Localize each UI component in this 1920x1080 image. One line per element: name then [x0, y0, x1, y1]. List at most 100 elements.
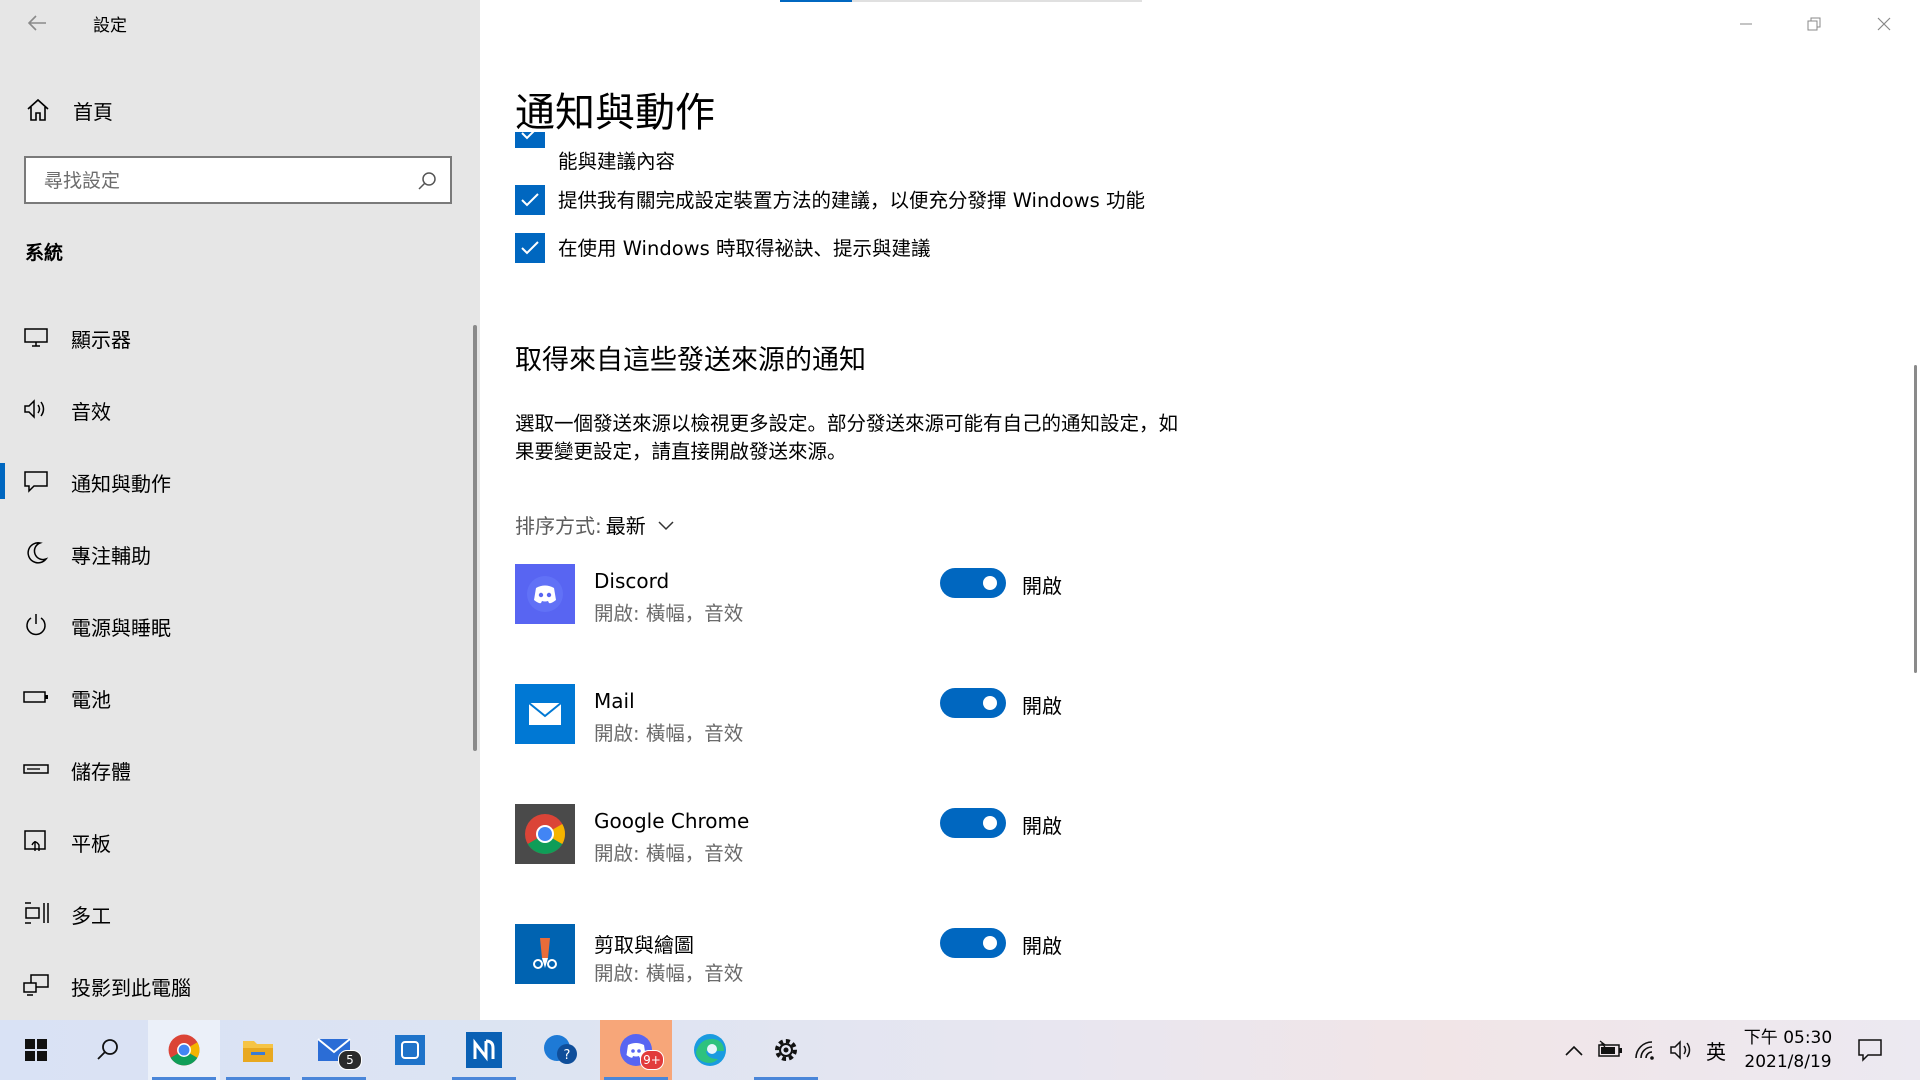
sidebar-item-battery[interactable]: 電池 [0, 667, 470, 727]
chevron-up-icon [1565, 1045, 1583, 1056]
taskbar-file-explorer[interactable] [222, 1020, 294, 1080]
snip-sketch-toggle[interactable] [940, 928, 1006, 958]
arrow-left-icon [27, 15, 46, 31]
app-name: Google Chrome [594, 809, 750, 833]
mail-toggle[interactable] [940, 688, 1006, 718]
wifi-tray-button[interactable] [1632, 1036, 1660, 1064]
sort-dropdown[interactable]: 排序方式: 最新 [515, 510, 676, 539]
show-hidden-icons-button[interactable] [1560, 1036, 1588, 1064]
sidebar-item-label: 電池 [71, 688, 111, 712]
app-window-icon [395, 1035, 425, 1065]
search-taskbar-button[interactable] [72, 1020, 144, 1080]
sort-value: 最新 [605, 514, 646, 538]
sidebar-item-power-sleep[interactable]: 電源與睡眠 [0, 595, 470, 655]
n-logo-icon [466, 1032, 502, 1068]
sidebar-item-multitasking[interactable]: 多工 [0, 883, 470, 943]
sidebar-item-notifications[interactable]: 通知與動作 [0, 451, 470, 511]
check-row-tips: 在使用 Windows 時取得祕訣、提示與建議 [515, 233, 1215, 267]
start-button[interactable] [0, 1020, 72, 1080]
taskbar-notion-like-app[interactable] [448, 1020, 520, 1080]
monitor-icon [24, 328, 48, 347]
sidebar-item-storage[interactable]: 儲存體 [0, 739, 470, 799]
sidebar-item-label: 電源與睡眠 [71, 616, 171, 640]
search-icon [418, 172, 436, 190]
chrome-toggle[interactable] [940, 808, 1006, 838]
chrome-icon [168, 1034, 200, 1066]
checkmark-icon [521, 193, 539, 207]
sidebar-item-label: 首頁 [73, 100, 113, 124]
clock-time: 下午 05:30 [1743, 1028, 1833, 1048]
volume-tray-button[interactable] [1668, 1036, 1696, 1064]
back-button[interactable] [22, 8, 52, 38]
check-row-setup-suggestions: 提供我有關完成設定裝置方法的建議，以便充分發揮 Windows 功能 [515, 185, 1215, 219]
sidebar-item-tablet[interactable]: 平板 [0, 811, 470, 871]
taskbar-mail[interactable]: 5 [298, 1020, 370, 1080]
snip-sketch-icon [515, 924, 575, 984]
taskbar-chrome[interactable] [148, 1020, 220, 1080]
page-title: 通知與動作 [515, 90, 715, 136]
toggle-label: 開啟 [1022, 694, 1062, 718]
home-icon [27, 98, 49, 121]
app-name: Discord [594, 569, 670, 593]
check-row-suggested-content: 能與建議內容 [515, 132, 1215, 176]
main-scrollbar[interactable] [1914, 365, 1917, 673]
app-status: 開啟: 橫幅，音效 [594, 962, 744, 985]
sidebar-item-label: 投影到此電腦 [71, 976, 191, 1000]
project-icon [23, 974, 49, 996]
discord-toggle[interactable] [940, 568, 1006, 598]
clock[interactable]: 下午 05:30 2021/8/19 [1738, 1026, 1838, 1074]
sidebar-item-home[interactable]: 首頁 [0, 86, 480, 132]
close-button[interactable] [1850, 0, 1918, 48]
page-progress [780, 0, 1142, 2]
tips-checkbox[interactable] [515, 233, 545, 263]
sidebar-item-label: 多工 [71, 904, 111, 928]
action-center-button[interactable] [1856, 1036, 1884, 1064]
app-row-snip-sketch[interactable]: 剪取與繪圖 開啟: 橫幅，音效 開啟 [515, 924, 1515, 1004]
search-box[interactable] [24, 156, 452, 204]
sort-label: 排序方式: [515, 514, 602, 538]
notification-icon [1858, 1039, 1882, 1062]
taskbar-settings[interactable] [750, 1020, 822, 1080]
edge-icon [694, 1034, 726, 1066]
taskbar-discord[interactable]: 9+ [600, 1020, 672, 1080]
app-row-discord[interactable]: Discord 開啟: 橫幅，音效 開啟 [515, 564, 1515, 644]
toggle-label: 開啟 [1022, 574, 1062, 598]
sidebar-item-label: 音效 [71, 400, 111, 424]
multitask-icon [25, 902, 49, 924]
sidebar-item-project[interactable]: 投影到此電腦 [0, 955, 470, 1015]
gear-icon [775, 1039, 797, 1061]
check-label: 在使用 Windows 時取得祕訣、提示與建議 [558, 237, 931, 260]
suggested-content-checkbox[interactable] [515, 132, 545, 148]
help-icon: ? [544, 1035, 577, 1064]
taskbar: 5 ? 9+ 英 下午 05:30 2021/8/19 [0, 1020, 1920, 1080]
window-title: 設定 [93, 16, 127, 36]
restore-button[interactable] [1780, 0, 1848, 48]
svg-text:?: ? [564, 1048, 571, 1063]
close-icon [1877, 17, 1891, 31]
taskbar-app-unknown[interactable] [374, 1020, 446, 1080]
input-method-indicator[interactable]: 英 [1706, 1036, 1726, 1065]
chrome-icon [515, 804, 575, 864]
taskbar-edge[interactable] [674, 1020, 746, 1080]
checkmark-icon [521, 132, 535, 140]
setup-suggestions-checkbox[interactable] [515, 185, 545, 215]
sidebar-item-display[interactable]: 顯示器 [0, 307, 470, 367]
clock-date: 2021/8/19 [1744, 1052, 1832, 1072]
taskbar-help[interactable]: ? [524, 1020, 596, 1080]
storage-icon [23, 764, 49, 774]
app-row-google-chrome[interactable]: Google Chrome 開啟: 橫幅，音效 開啟 [515, 804, 1515, 884]
search-input[interactable] [42, 158, 416, 204]
battery-tray-button[interactable] [1596, 1036, 1624, 1064]
minimize-button[interactable] [1712, 0, 1780, 48]
tablet-icon [24, 830, 46, 851]
app-row-mail[interactable]: Mail 開啟: 橫幅，音效 開啟 [515, 684, 1515, 764]
sidebar-scrollbar[interactable] [473, 325, 477, 751]
sidebar-item-focus-assist[interactable]: 專注輔助 [0, 523, 470, 583]
check-label: 提供我有關完成設定裝置方法的建議，以便充分發揮 Windows 功能 [558, 189, 1145, 212]
sidebar-item-label: 顯示器 [71, 328, 131, 352]
sidebar-item-label: 平板 [71, 832, 111, 856]
power-icon [26, 614, 46, 636]
section-label: 系統 [25, 242, 64, 264]
sidebar-item-label: 專注輔助 [71, 544, 151, 568]
sidebar-item-sound[interactable]: 音效 [0, 379, 470, 439]
